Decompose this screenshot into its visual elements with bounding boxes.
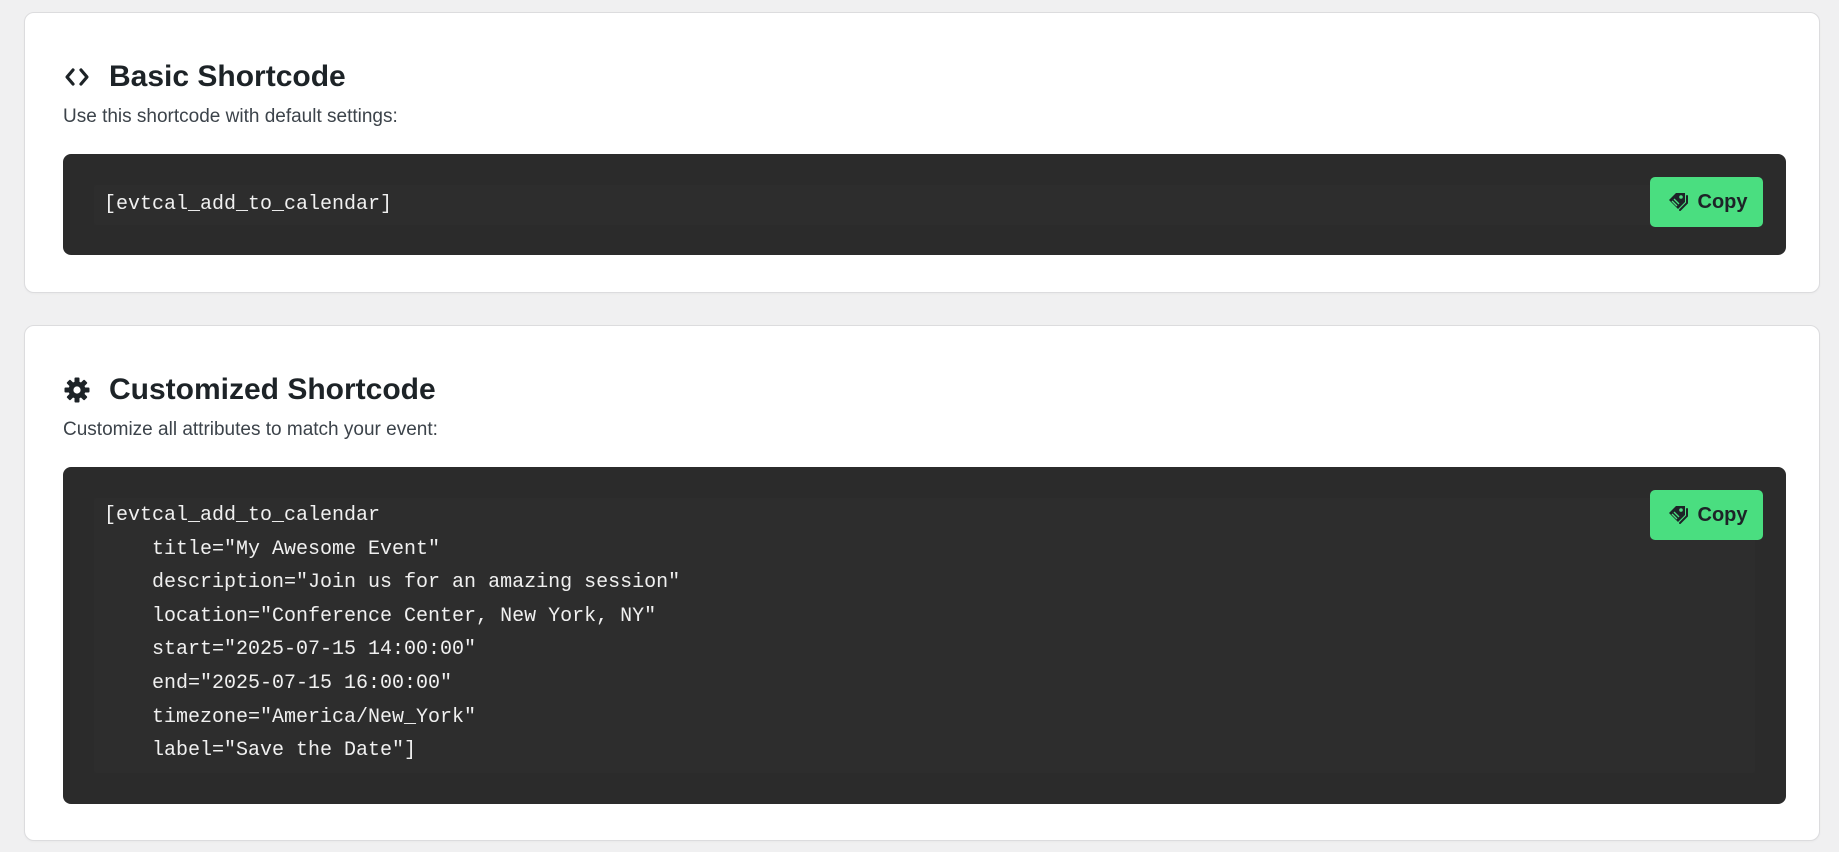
code-brackets-icon	[63, 63, 91, 91]
copy-button-label: Copy	[1697, 190, 1748, 213]
basic-shortcode-code[interactable]: [evtcal_add_to_calendar]	[94, 185, 1755, 225]
tags-icon	[1666, 503, 1690, 527]
customized-shortcode-code[interactable]: [evtcal_add_to_calendar title="My Awesom…	[94, 499, 1755, 768]
copy-basic-shortcode-button[interactable]: Copy	[1650, 177, 1763, 227]
customized-code-block: [evtcal_add_to_calendar title="My Awesom…	[63, 467, 1786, 804]
tags-icon	[1666, 190, 1690, 214]
customized-shortcode-card: Customized Shortcode Customize all attri…	[24, 325, 1820, 841]
customized-shortcode-title: Customized Shortcode	[109, 373, 436, 406]
customized-shortcode-header: Customized Shortcode	[63, 364, 436, 416]
basic-shortcode-header: Basic Shortcode	[63, 51, 346, 103]
basic-shortcode-title: Basic Shortcode	[109, 60, 346, 93]
basic-code-area[interactable]: [evtcal_add_to_calendar]	[94, 185, 1755, 225]
basic-shortcode-card: Basic Shortcode Use this shortcode with …	[24, 12, 1820, 293]
basic-code-block: [evtcal_add_to_calendar] Copy	[63, 154, 1786, 255]
customized-code-area[interactable]: [evtcal_add_to_calendar title="My Awesom…	[94, 498, 1755, 773]
gear-icon	[63, 376, 91, 404]
copy-button-label: Copy	[1697, 503, 1748, 526]
customized-shortcode-description: Customize all attributes to match your e…	[63, 419, 438, 440]
copy-customized-shortcode-button[interactable]: Copy	[1650, 490, 1763, 540]
basic-shortcode-description: Use this shortcode with default settings…	[63, 106, 398, 127]
